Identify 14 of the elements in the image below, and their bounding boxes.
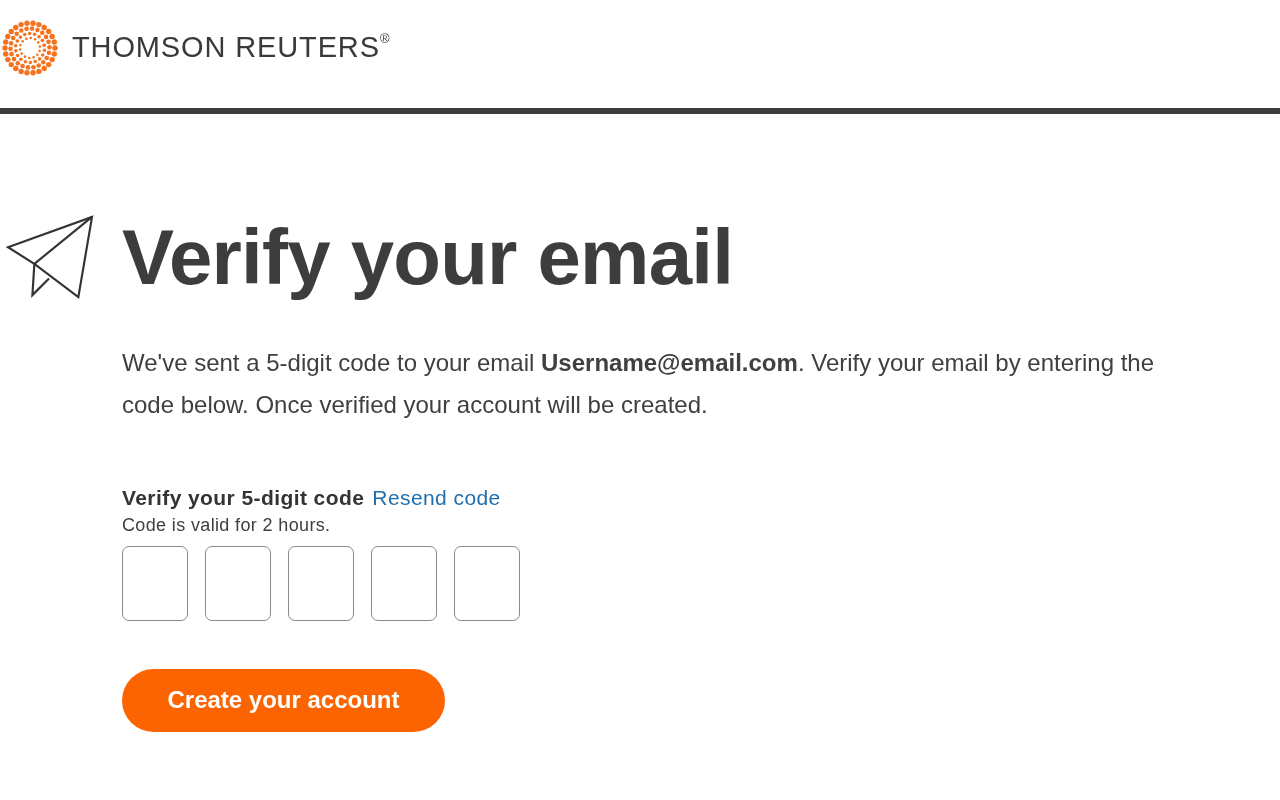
create-account-button[interactable]: Create your account	[122, 668, 445, 732]
page-heading: Verify your email	[122, 214, 734, 300]
instruction-text: We've sent a 5-digit code to your email Username@email.com. Verify your email by entering the code below. Once verified your account will be created.	[122, 348, 1156, 420]
digit-input-field[interactable]	[122, 545, 188, 621]
digit-input-field[interactable]	[454, 545, 520, 621]
digit-input-field[interactable]	[288, 545, 354, 621]
digit-input-field[interactable]	[205, 545, 271, 621]
code-label: Verify your 5-digit code	[122, 485, 365, 511]
digit-input-field[interactable]	[371, 545, 437, 621]
resend-code-link[interactable]: Resend code	[372, 482, 501, 514]
paper-plane-icon	[6, 214, 94, 300]
dotted-circle-logo-icon	[2, 20, 58, 76]
code-hint: Code is valid for 2 hours.	[122, 513, 331, 536]
brand-name: THOMSON REUTERS$^{®}$	[72, 29, 391, 66]
